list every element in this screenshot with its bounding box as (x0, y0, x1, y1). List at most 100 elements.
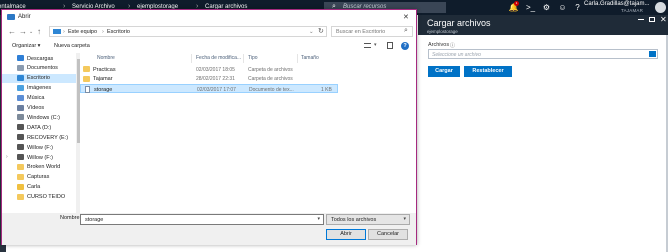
maximize-icon[interactable] (649, 17, 655, 22)
folder-search-input[interactable]: Buscar en Escritorio ⌕ (331, 26, 413, 37)
column-divider[interactable] (191, 54, 192, 63)
user-account-name[interactable]: Carla.Gradillas@tajam... (584, 1, 649, 7)
nav-item-label: Windows (C:) (27, 114, 61, 121)
chevron-down-icon[interactable]: ▾ (317, 216, 320, 222)
upload-button[interactable]: Cargar (428, 66, 460, 77)
help-question-icon[interactable]: ? (572, 2, 583, 13)
view-options-icon[interactable] (364, 43, 371, 48)
close-icon[interactable]: ✕ (660, 15, 667, 24)
address-bar[interactable]: › Este equipo › Escritorio ⌄ ↻ (49, 26, 327, 37)
cloud-shell-icon[interactable]: >_ (525, 2, 536, 13)
navigation-pane: Descargas Documentos Escritorio Imágenes Mús… (2, 53, 76, 213)
nav-item[interactable]: Documentos (2, 64, 76, 73)
settings-gear-icon[interactable]: ⚙ (541, 2, 552, 13)
blade-header: Cargar archivos ejemplostorage ✕ (418, 15, 668, 35)
reset-button[interactable]: Restablecer (464, 66, 512, 77)
file-type-cell: Documento de tex... (249, 86, 294, 93)
up-arrow-icon[interactable]: ↑ (37, 27, 41, 36)
documents-icon (17, 64, 24, 71)
file-name-cell: Practicas (93, 66, 116, 73)
user-directory-name: TAJAMAR (621, 8, 644, 13)
file-name-label: Nombre: (60, 215, 82, 221)
user-folder-icon (17, 183, 24, 190)
recent-locations-chevron-icon[interactable]: ⌄ (29, 29, 33, 35)
file-date-cell: 02/03/2017 18:05 (196, 66, 235, 73)
column-divider[interactable] (297, 54, 298, 63)
column-header-type[interactable]: Tipo (248, 55, 258, 61)
blade-subtitle: ejemplostorage (427, 29, 458, 34)
chevron-down-icon[interactable]: ▾ (374, 42, 377, 48)
open-button[interactable]: Abrir (326, 229, 366, 240)
nav-item-label: Vídeos (27, 105, 45, 111)
nav-item[interactable]: DATA (D:) (2, 123, 76, 132)
dialog-title-bar[interactable]: Abrir ✕ (2, 10, 416, 24)
chevron-right-icon[interactable]: › (6, 154, 8, 160)
minimize-icon[interactable] (638, 19, 644, 20)
file-picker-input[interactable]: Seleccione un archivo (428, 49, 658, 59)
videos-icon (17, 104, 24, 111)
nav-item[interactable]: Capturas (2, 173, 76, 182)
nav-item[interactable]: Descargas (2, 54, 76, 63)
address-segment[interactable]: Escritorio (107, 29, 130, 35)
music-icon (17, 94, 24, 101)
nav-item[interactable]: Imágenes (2, 84, 76, 93)
search-icon: ⌕ (404, 27, 408, 34)
nav-item[interactable]: Broken World (2, 163, 76, 172)
close-icon[interactable]: ✕ (403, 13, 409, 21)
column-header-date[interactable]: Fecha de modifica... (196, 55, 241, 61)
feedback-smiley-icon[interactable]: ☺ (557, 2, 568, 13)
browse-folder-icon[interactable] (649, 51, 656, 57)
file-list: Nombre Fecha de modifica... Tipo Tamaño … (80, 53, 416, 213)
cancel-button[interactable]: Cancelar (368, 229, 408, 240)
chevron-right-icon: › (102, 29, 104, 35)
drive-icon (17, 134, 24, 141)
info-icon[interactable]: ⓘ (450, 42, 455, 49)
nav-item-label: Imágenes (27, 85, 52, 92)
help-icon[interactable]: ? (401, 42, 409, 50)
nav-item-label: Broken World (27, 164, 61, 171)
nav-item-label: RECOVERY (E:) (27, 134, 69, 141)
command-bar: Organizar ▾ Nueva carpeta ▾ ? (2, 39, 416, 53)
nav-item[interactable]: Música (2, 94, 76, 103)
avatar[interactable] (655, 2, 666, 13)
back-arrow-icon[interactable]: ← (8, 27, 16, 36)
file-type-select[interactable]: Todos los archivos ▾ (326, 214, 410, 225)
text-document-icon (85, 85, 90, 93)
nav-item[interactable]: Escritorio (2, 73, 76, 83)
file-type-cell: Carpeta de archivos (248, 66, 293, 73)
drive-icon (17, 154, 24, 160)
column-divider[interactable] (243, 54, 244, 63)
table-row[interactable]: Practicas 02/03/2017 18:05 Carpeta de arch… (80, 65, 338, 74)
nav-item[interactable]: Willow (F:) (2, 143, 76, 152)
column-header-name[interactable]: Nombre (97, 55, 115, 61)
nav-item[interactable]: Vídeos (2, 104, 76, 113)
file-name-cell: storage (94, 86, 113, 93)
new-folder-button[interactable]: Nueva carpeta (54, 43, 90, 49)
open-file-dialog: Abrir ✕ ← → ⌄ ↑ › Este equipo › Escritor… (1, 9, 417, 245)
chevron-down-icon[interactable]: ⌄ (309, 29, 314, 35)
nav-item-label: Descargas (27, 55, 54, 62)
organize-menu-button[interactable]: Organizar ▾ (12, 43, 40, 49)
address-segment[interactable]: Este equipo (68, 29, 97, 35)
preview-pane-icon[interactable] (387, 42, 393, 49)
nav-item[interactable]: › Willow (F:) (2, 153, 76, 162)
dialog-app-icon (7, 14, 15, 20)
folder-icon (17, 173, 24, 180)
table-row[interactable]: storage 02/03/2017 17:07 Documento de tex.… (80, 84, 338, 93)
notifications-bell-icon[interactable]: 🔔 1 (508, 1, 519, 13)
nav-item[interactable]: Carla (2, 183, 76, 192)
column-header-size[interactable]: Tamaño (301, 55, 319, 61)
folder-icon (17, 193, 24, 200)
file-type-cell: Carpeta de archivos (248, 76, 293, 82)
nav-item[interactable]: RECOVERY (E:) (2, 133, 76, 142)
nav-item-label: CURSO TEIDO (27, 194, 66, 201)
nav-item[interactable]: Windows (C:) (2, 113, 76, 122)
file-name-input[interactable]: storage ▾ (80, 214, 324, 225)
nav-item[interactable]: CURSO TEIDO (2, 193, 76, 202)
chevron-right-icon: › (63, 29, 65, 35)
table-row[interactable]: Tajamar 28/02/2017 22:31 Carpeta de archiv… (80, 75, 338, 84)
refresh-icon[interactable]: ↻ (318, 27, 324, 35)
file-type-value: Todos los archivos (331, 217, 377, 223)
desktop-icon (17, 74, 24, 81)
forward-arrow-icon[interactable]: → (19, 27, 27, 36)
